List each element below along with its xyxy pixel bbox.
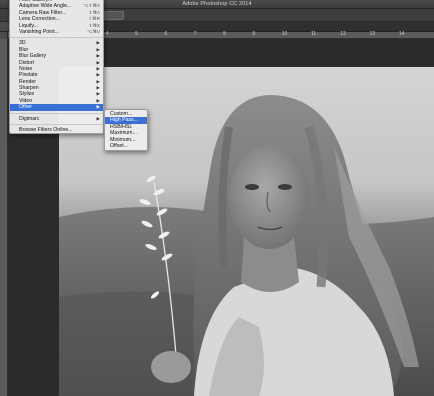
ruler-tick-label: 11 xyxy=(311,31,317,37)
ruler-tick-label: 9 xyxy=(252,31,256,37)
menu-item-label: 3D xyxy=(19,40,26,47)
ruler-tick-label: 12 xyxy=(340,31,346,37)
menu-item-vanishing-point[interactable]: Vanishing Point... ⌥⌘V xyxy=(10,29,103,35)
menu-item-label: Digimarc xyxy=(19,115,40,122)
menu-item-label: Liquify... xyxy=(19,22,38,29)
menu-item-label: High Pass... xyxy=(110,117,138,124)
menu-item-label: Render xyxy=(19,78,37,85)
ruler-tick-label: 6 xyxy=(164,31,168,37)
submenu-arrow-icon: ▶ xyxy=(96,115,100,121)
ruler-tick-label: 14 xyxy=(398,31,405,37)
submenu-item-offset[interactable]: Offset... xyxy=(105,143,147,149)
menu-separator xyxy=(10,112,103,114)
menu-item-label: Pixelate xyxy=(19,72,38,79)
ruler-origin xyxy=(0,32,7,39)
menu-item-label: Vanishing Point... xyxy=(19,28,59,35)
menu-item-label: Lens Correction... xyxy=(19,16,60,23)
options-bar-control[interactable] xyxy=(104,11,124,20)
menu-item-label: Sharpen xyxy=(19,85,39,92)
menu-item-label: Custom... xyxy=(110,111,133,117)
menu-item-digimarc[interactable]: Digimarc ▶ xyxy=(10,116,103,122)
menu-item-label: Maximum... xyxy=(110,130,137,137)
submenu-arrow-icon: ▶ xyxy=(96,104,100,110)
menu-item-browse-filters-online[interactable]: Browse Filters Online... xyxy=(10,127,103,133)
menu-separator xyxy=(10,37,103,39)
menu-item-label: HSB/HSL xyxy=(110,123,133,130)
ruler-tick-label: 10 xyxy=(281,31,288,37)
ruler-tick-label: 5 xyxy=(135,31,138,37)
ruler-tick-label: 7 xyxy=(193,31,197,37)
menu-item-label: Other xyxy=(19,104,32,111)
menu-item-label: Camera Raw Filter... xyxy=(19,9,67,16)
menu-item-label: Distort xyxy=(19,59,34,66)
menu-item-label: Video xyxy=(19,97,33,104)
menu-separator xyxy=(10,124,103,126)
menu-item-label: Noise xyxy=(19,65,33,72)
vertical-ruler xyxy=(0,32,8,396)
ruler-tick-label: 13 xyxy=(369,31,376,37)
menu-item-label: Blur Gallery xyxy=(19,53,47,60)
ruler-tick-label: 4 xyxy=(105,31,109,37)
menu-item-label: Browse Filters Online... xyxy=(19,127,73,134)
ruler-tick-label: 8 xyxy=(223,31,226,37)
menu-item-label: Minimum... xyxy=(110,136,136,143)
other-submenu: Custom... High Pass... HSB/HSL Maximum... Mi… xyxy=(104,109,148,152)
menu-item-label: Adaptive Wide Angle... xyxy=(19,3,72,10)
menu-item-shortcut: ⌥⌘V xyxy=(87,28,100,34)
menu-item-label: Stylize xyxy=(19,91,35,98)
menu-item-other[interactable]: Other ▶ xyxy=(10,104,103,111)
menu-item-label: Offset... xyxy=(110,142,129,149)
menu-item-label: Blur xyxy=(19,46,29,53)
filter-menu: Filter Gallery... Adaptive Wide Angle... ⌥… xyxy=(9,0,104,135)
